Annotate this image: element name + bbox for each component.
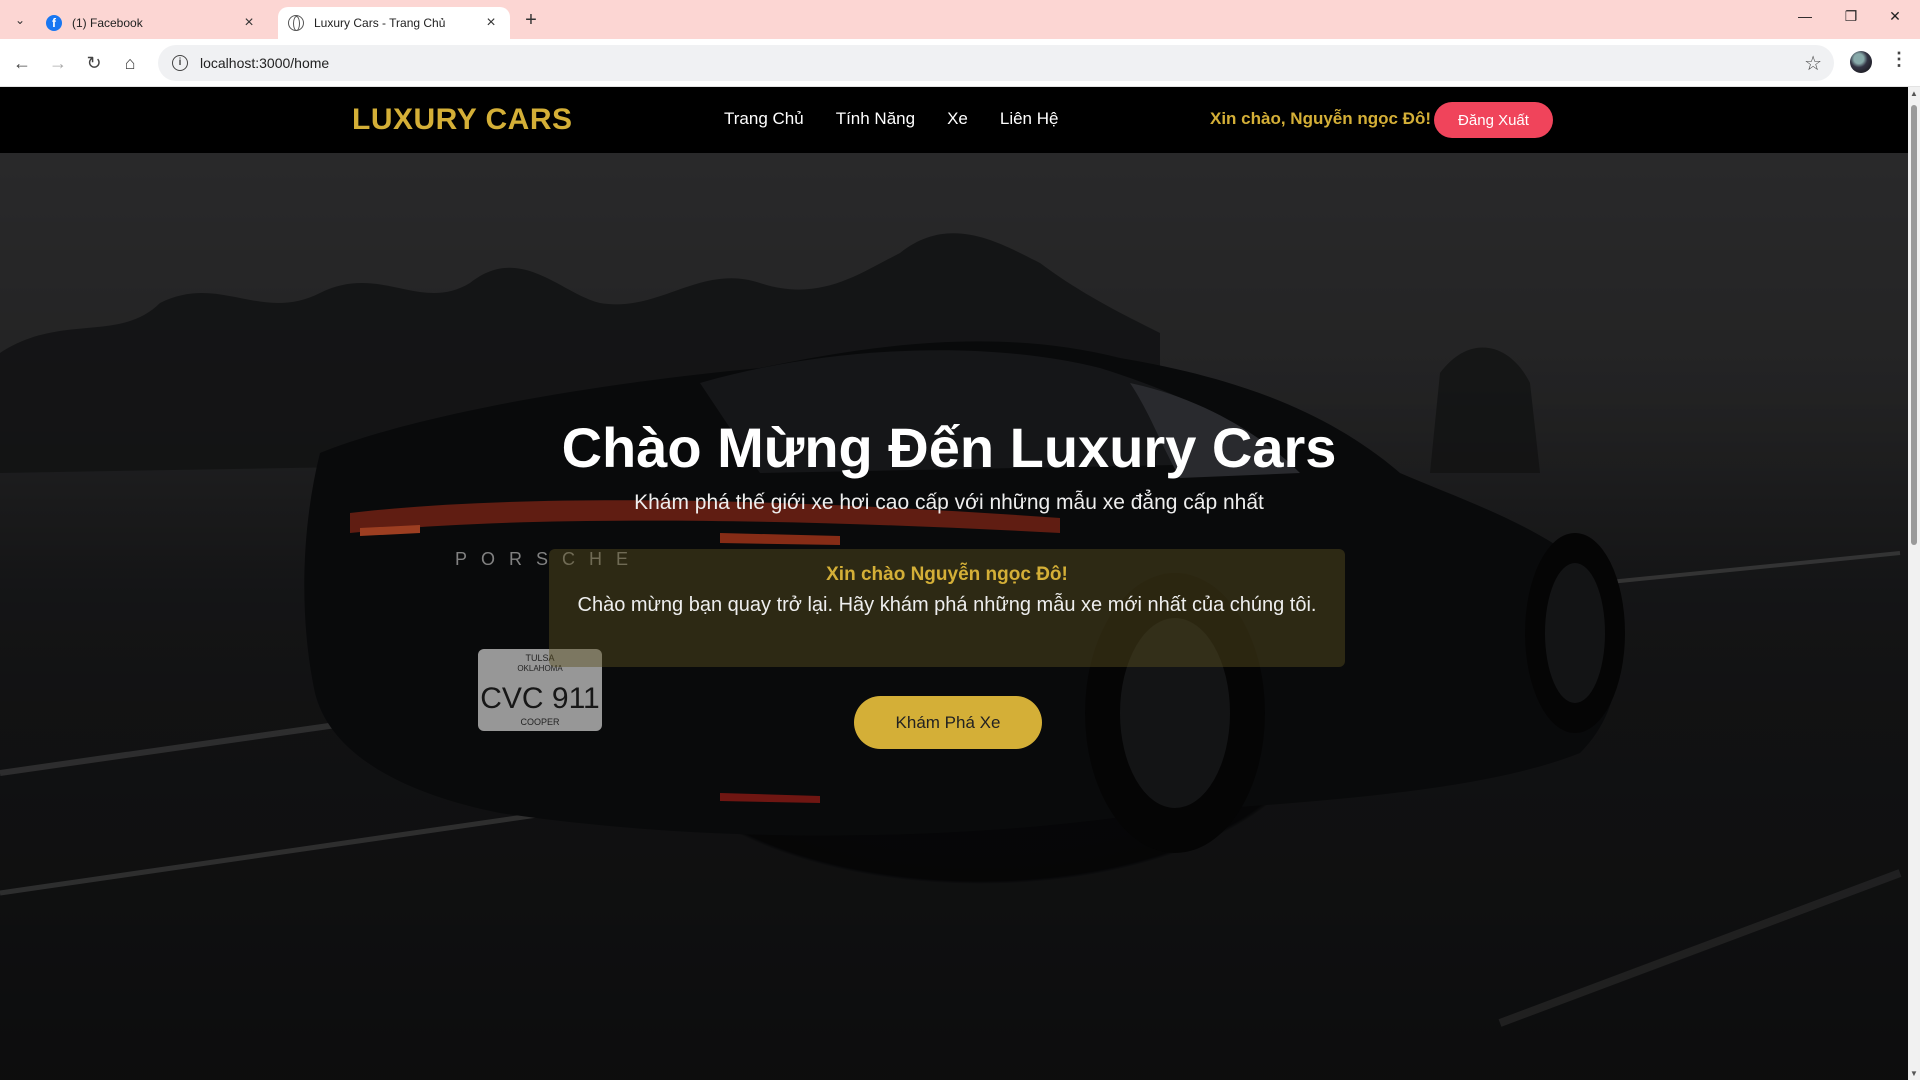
restore-icon[interactable]: ❐ <box>1828 8 1874 25</box>
tab-search-chevron-icon[interactable]: ⌄ <box>8 8 32 32</box>
menu-item-cars[interactable]: Xe <box>947 109 968 129</box>
welcome-message-box: Xin chào Nguyễn ngọc Đô! Chào mừng bạn q… <box>549 549 1345 667</box>
url-text: localhost:3000/home <box>200 55 330 71</box>
site-logo[interactable]: LUXURY CARS <box>352 103 573 137</box>
user-greeting: Xin chào, Nguyễn ngọc Đô! <box>1210 109 1432 128</box>
welcome-name: Xin chào Nguyễn ngọc Đô! <box>826 564 1068 585</box>
tab-title: (1) Facebook <box>72 16 143 30</box>
hero-content: Chào Mừng Đến Luxury Cars Khám phá thế g… <box>0 153 1908 1080</box>
scroll-down-icon[interactable]: ▼ <box>1910 1069 1918 1078</box>
hero-subtitle: Khám phá thế giới xe hơi cao cấp với nhữ… <box>634 491 1264 514</box>
site-navbar: LUXURY CARS Trang Chủ Tính Năng Xe Liên … <box>0 87 1908 153</box>
browser-toolbar: ← → ↻ ⌂ i localhost:3000/home ☆ ⋮ <box>0 39 1920 87</box>
minimize-icon[interactable]: — <box>1782 8 1828 24</box>
tab-facebook[interactable]: f (1) Facebook × <box>36 7 268 39</box>
globe-icon <box>288 15 304 31</box>
logout-button[interactable]: Đăng Xuất <box>1434 102 1553 138</box>
forward-icon[interactable]: → <box>46 51 70 75</box>
hero-section: PORSCHE TULSA OKLAHOMA CVC 911 COOPER Ch… <box>0 153 1908 1080</box>
site-info-icon[interactable]: i <box>172 55 188 71</box>
page-scrollbar[interactable]: ▲ ▼ <box>1908 87 1920 1080</box>
main-menu: Trang Chủ Tính Năng Xe Liên Hệ <box>724 109 1058 129</box>
menu-item-features[interactable]: Tính Năng <box>836 109 915 129</box>
close-window-icon[interactable]: ✕ <box>1872 8 1918 25</box>
browser-tab-strip: ⌄ f (1) Facebook × Luxury Cars - Trang C… <box>0 0 1920 39</box>
explore-cars-button[interactable]: Khám Phá Xe <box>854 696 1042 749</box>
hero-title: Chào Mừng Đến Luxury Cars <box>561 416 1337 479</box>
scrollbar-thumb[interactable] <box>1911 105 1917 545</box>
close-tab-icon[interactable]: × <box>482 14 500 32</box>
tab-luxury-cars[interactable]: Luxury Cars - Trang Chủ × <box>278 7 510 39</box>
close-tab-icon[interactable]: × <box>240 14 258 32</box>
profile-avatar[interactable] <box>1850 51 1872 73</box>
new-tab-button[interactable]: + <box>520 9 542 32</box>
menu-item-home[interactable]: Trang Chủ <box>724 109 804 129</box>
reload-icon[interactable]: ↻ <box>82 51 106 75</box>
page-viewport: LUXURY CARS Trang Chủ Tính Năng Xe Liên … <box>0 87 1908 1080</box>
home-icon[interactable]: ⌂ <box>118 51 142 75</box>
bookmark-star-icon[interactable]: ☆ <box>1804 51 1822 76</box>
back-icon[interactable]: ← <box>10 51 34 75</box>
scroll-up-icon[interactable]: ▲ <box>1910 89 1918 98</box>
address-bar[interactable]: i localhost:3000/home ☆ <box>158 45 1834 81</box>
welcome-message: Chào mừng bạn quay trở lại. Hãy khám phá… <box>577 594 1317 616</box>
facebook-icon: f <box>46 15 62 31</box>
menu-item-contact[interactable]: Liên Hệ <box>1000 109 1059 129</box>
tab-title: Luxury Cars - Trang Chủ <box>314 16 446 30</box>
browser-menu-icon[interactable]: ⋮ <box>1890 49 1908 70</box>
